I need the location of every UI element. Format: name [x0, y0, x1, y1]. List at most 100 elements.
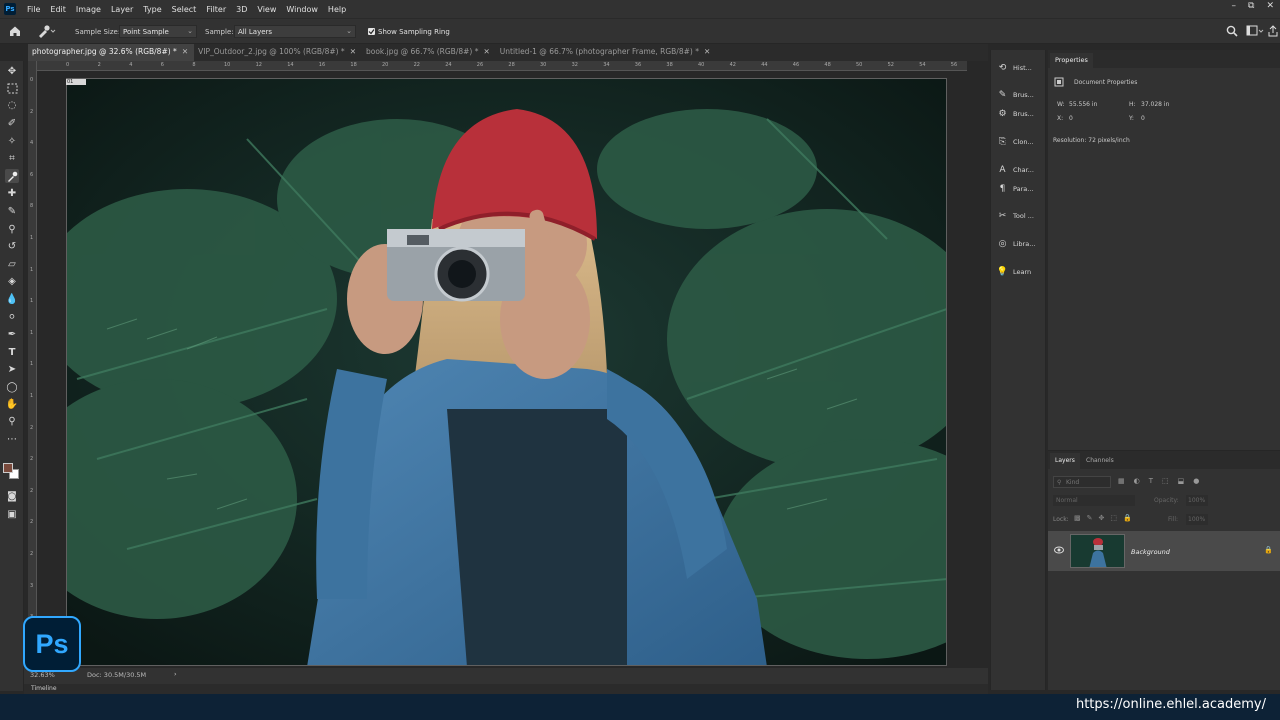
zoom-tool-icon[interactable]: ⚲ [5, 414, 19, 428]
share-icon[interactable] [1268, 25, 1278, 37]
screen-mode-icon[interactable]: ▣ [5, 507, 19, 521]
panel-button-clone-source[interactable]: ⎘ Clon... [997, 134, 1043, 150]
close-icon[interactable]: ✕ [182, 47, 188, 56]
lasso-tool-icon[interactable]: ◌ [5, 98, 19, 112]
panel-button-libraries[interactable]: ◎ Libra... [997, 236, 1043, 252]
lock-all-icon[interactable]: 🔒 [1123, 514, 1132, 522]
menu-edit[interactable]: Edit [45, 5, 71, 14]
close-icon[interactable]: ✕ [483, 47, 489, 56]
filter-kind-field[interactable]: ⚲ Kind [1053, 476, 1111, 488]
zoom-level[interactable]: 32.63% [30, 671, 55, 679]
x-value[interactable]: 0 [1069, 115, 1073, 122]
panel-button-tool-presets[interactable]: ✂ Tool ... [997, 208, 1043, 224]
photoshop-logo-icon[interactable]: Ps [4, 3, 16, 15]
layer-row-background[interactable]: Background 🔒 [1048, 531, 1280, 571]
properties-tab[interactable]: Properties [1050, 53, 1093, 68]
watermark-url: https://online.ehlel.academy/ [1075, 697, 1266, 712]
y-value[interactable]: 0 [1141, 115, 1145, 122]
fill-field[interactable]: 100% [1186, 514, 1208, 525]
marquee-tool-icon[interactable] [5, 81, 19, 95]
panel-button-history[interactable]: ⟲ Hist... [997, 60, 1043, 76]
paint-bucket-icon[interactable]: ◈ [5, 274, 19, 288]
lock-position-icon[interactable]: ✥ [1099, 514, 1105, 522]
brush-tool-icon[interactable]: ✎ [5, 204, 19, 218]
eyedropper-tool-icon[interactable] [5, 169, 19, 183]
panel-button-paragraph[interactable]: ¶ Para... [997, 181, 1043, 197]
menu-view[interactable]: View [252, 5, 281, 14]
sample-size-dropdown[interactable]: Point Sample ⌄ [119, 25, 197, 38]
height-value[interactable]: 37.028 in [1141, 101, 1169, 108]
panel-button-brush-settings[interactable]: ⚙ Brus... [997, 106, 1043, 122]
tab-photographer[interactable]: photographer.jpg @ 32.6% (RGB/8#) * ✕ [28, 44, 195, 61]
panel-button-brush[interactable]: ✎ Brus... [997, 87, 1043, 103]
menu-image[interactable]: Image [71, 5, 106, 14]
crop-tool-icon[interactable]: ⌗ [5, 151, 19, 165]
tab-untitled[interactable]: Untitled-1 @ 66.7% (photographer Frame, … [496, 44, 716, 61]
lock-image-icon[interactable]: ✎ [1087, 514, 1093, 522]
close-icon[interactable]: ✕ [704, 47, 710, 56]
restore-button[interactable]: ⧉ [1248, 1, 1254, 11]
blend-mode-dropdown[interactable]: Normal [1053, 495, 1135, 506]
panel-button-character[interactable]: A Char... [997, 162, 1043, 178]
menu-file[interactable]: File [22, 5, 45, 14]
tab-channels[interactable]: Channels [1086, 457, 1114, 464]
menu-select[interactable]: Select [167, 5, 202, 14]
lock-transparent-icon[interactable]: ▩ [1074, 514, 1081, 522]
home-icon[interactable] [8, 24, 22, 38]
tab-label: book.jpg @ 66.7% (RGB/8#) * [365, 47, 479, 56]
foreground-color-fill[interactable] [3, 463, 13, 473]
filter-toggle-icon[interactable]: ● [1193, 477, 1199, 485]
ellipse-tool-icon[interactable]: ◯ [5, 380, 19, 394]
opacity-field[interactable]: 100% [1186, 495, 1208, 506]
menu-type[interactable]: Type [138, 5, 166, 14]
search-icon[interactable] [1226, 25, 1238, 37]
dodge-tool-icon[interactable]: ⚪ [5, 310, 19, 324]
minimize-button[interactable]: – [1232, 1, 1237, 11]
eye-icon[interactable] [1054, 546, 1064, 554]
more-tools-icon[interactable]: ⋯ [5, 432, 19, 446]
tab-vip-outdoor[interactable]: VIP_Outdoor_2.jpg @ 100% (RGB/8#) * ✕ [194, 44, 362, 61]
smart-object-filter-icon[interactable]: ⬓ [1178, 477, 1185, 485]
ruler-tick-label: 6 [160, 62, 164, 68]
type-tool-icon[interactable]: T [5, 345, 19, 359]
menu-layer[interactable]: Layer [106, 5, 138, 14]
eyedropper-preset-icon[interactable] [36, 24, 56, 38]
type-filter-icon[interactable]: T [1149, 477, 1153, 485]
layer-lock-icon[interactable]: 🔒 [1264, 546, 1273, 554]
timeline-label[interactable]: Timeline [31, 685, 57, 692]
tab-layers[interactable]: Layers [1050, 453, 1080, 469]
menu-help[interactable]: Help [323, 5, 351, 14]
hand-tool-icon[interactable]: ✋ [5, 397, 19, 411]
workspace-icon[interactable] [1246, 25, 1264, 37]
blur-tool-icon[interactable]: 💧 [5, 292, 19, 306]
menu-window[interactable]: Window [281, 5, 323, 14]
panel-button-learn[interactable]: 💡 Learn [997, 264, 1043, 280]
ruler-tick-label: 40 [698, 62, 705, 68]
adjustment-filter-icon[interactable]: ◐ [1134, 477, 1140, 485]
quick-select-tool-icon[interactable]: ✐ [5, 116, 19, 130]
width-value[interactable]: 55.556 in [1069, 101, 1097, 108]
pen-tool-icon[interactable]: ✒ [5, 327, 19, 341]
clone-stamp-icon[interactable]: ⚲ [5, 222, 19, 236]
healing-brush-icon[interactable]: ✚ [5, 186, 19, 200]
menu-3d[interactable]: 3D [231, 5, 252, 14]
document-photo[interactable] [66, 78, 947, 666]
quick-mask-icon[interactable]: ◙ [5, 489, 19, 503]
tab-book[interactable]: book.jpg @ 66.7% (RGB/8#) * ✕ [362, 44, 496, 61]
pixel-filter-icon[interactable]: ▦ [1118, 477, 1125, 485]
shape-filter-icon[interactable]: ⬚ [1162, 477, 1169, 485]
close-button[interactable]: ✕ [1266, 1, 1274, 11]
layer-name[interactable]: Background [1131, 548, 1170, 556]
eraser-tool-icon[interactable]: ▱ [5, 257, 19, 271]
path-select-icon[interactable]: ➤ [5, 362, 19, 376]
sample-size-label: Sample Size: [75, 28, 121, 36]
artboard-lock-icon[interactable]: ⬚ [1110, 514, 1117, 522]
chevron-right-icon[interactable]: › [174, 670, 177, 678]
menu-filter[interactable]: Filter [201, 5, 231, 14]
sample-dropdown[interactable]: All Layers ⌄ [234, 25, 356, 38]
close-icon[interactable]: ✕ [350, 47, 356, 56]
show-ring-checkbox[interactable] [368, 28, 375, 35]
move-tool-icon[interactable]: ✥ [5, 64, 19, 78]
history-brush-icon[interactable]: ↺ [5, 239, 19, 253]
magic-wand-icon[interactable]: ✧ [5, 134, 19, 148]
